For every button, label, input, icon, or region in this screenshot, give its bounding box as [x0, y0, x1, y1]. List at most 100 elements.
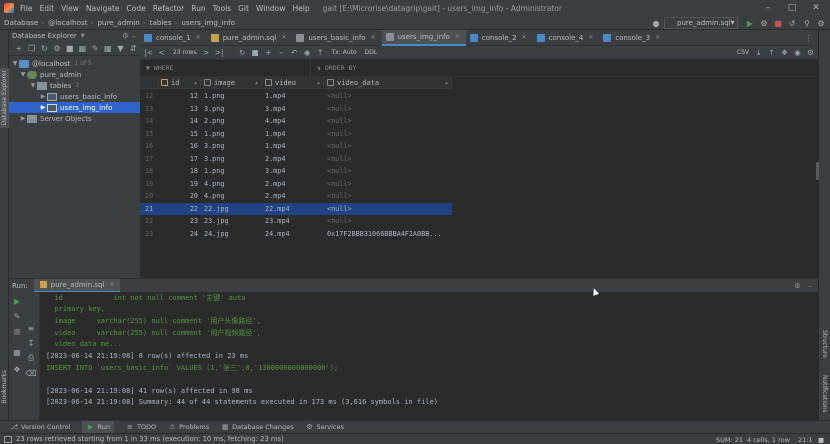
settings-icon[interactable]: ⚙	[815, 17, 827, 29]
column-header-video-data[interactable]: video_data ▲	[324, 76, 452, 89]
download-icon[interactable]: ↓	[753, 47, 764, 59]
print-icon[interactable]: ⎙	[25, 353, 37, 363]
cell-id[interactable]: 19	[158, 180, 201, 188]
search-icon[interactable]: ⚲	[801, 17, 813, 29]
layout-toggle-icon[interactable]	[4, 435, 12, 443]
cell-video-data[interactable]: <null>	[324, 180, 452, 188]
close-icon[interactable]: ✕	[455, 33, 460, 40]
gear-icon[interactable]: ⚙	[122, 32, 128, 40]
cell-id[interactable]: 14	[158, 117, 201, 125]
chevron-down-icon[interactable]: ▼	[19, 71, 27, 78]
tab-users-basic-info[interactable]: users_basic_info ✕	[292, 30, 381, 46]
add-row-icon[interactable]: +	[263, 47, 274, 59]
close-icon[interactable]: ✕	[196, 34, 201, 41]
upload-icon[interactable]: ↑	[766, 47, 777, 59]
pin-icon[interactable]: ❖	[779, 47, 790, 59]
cell-image[interactable]: 1.png	[201, 167, 262, 175]
console-icon[interactable]: ▦	[102, 43, 114, 55]
export-format-select[interactable]: CSV	[737, 49, 749, 56]
cell-video-data[interactable]: <null>	[324, 117, 452, 125]
cell-video-data[interactable]: <null>	[324, 192, 452, 200]
layout-icon[interactable]: ▦	[11, 347, 23, 357]
cell-video[interactable]: 1.mp4	[262, 142, 324, 150]
lock-icon[interactable]: ■	[818, 434, 824, 444]
gear-icon[interactable]: ⚙	[805, 47, 816, 59]
cell-video[interactable]: 1.mp4	[262, 130, 324, 138]
close-icon[interactable]: ✕	[522, 34, 527, 41]
cell-id[interactable]: 15	[158, 130, 201, 138]
pin-tab-icon[interactable]: ❖	[11, 364, 23, 374]
rows-count-select[interactable]: 23 rows	[173, 49, 197, 56]
cell-video[interactable]: 2.mp4	[262, 192, 324, 200]
close-icon[interactable]: ✕	[281, 34, 286, 41]
tab-console-1[interactable]: console_1 ✕	[140, 30, 207, 46]
tree-item-tables[interactable]: ▼ tables 2	[9, 80, 140, 91]
refresh-icon[interactable]: ↻	[38, 43, 50, 55]
table-icon[interactable]: ▦	[77, 43, 89, 55]
cell-id[interactable]: 18	[158, 167, 201, 175]
table-row[interactable]: 19 19 4.png 2.mp4 <null>	[140, 178, 452, 191]
breadcrumb-table[interactable]: users_img_info	[181, 18, 235, 27]
close-icon[interactable]: ✕	[371, 34, 376, 41]
table-row[interactable]: 16 16 3.png 1.mp4 <null>	[140, 140, 452, 153]
menu-edit[interactable]: Edit	[40, 4, 55, 13]
pin-icon[interactable]: ✎	[11, 311, 23, 321]
minimize-panel-icon[interactable]: –	[133, 32, 137, 40]
cell-image[interactable]: 2.png	[201, 117, 262, 125]
where-filter-input[interactable]: ▼ WHERE	[140, 64, 310, 72]
tool-version-control[interactable]: ⎇ Version Control	[10, 423, 71, 431]
cell-video[interactable]: 2.mp4	[262, 180, 324, 188]
stop-icon[interactable]: ■	[64, 43, 76, 55]
tab-console-3[interactable]: console_3 ✕	[599, 30, 666, 46]
sort-icon[interactable]: ▲	[255, 80, 258, 86]
table-row[interactable]: 13 13 3.png 3.mp4 <null>	[140, 103, 452, 116]
tool-database-changes[interactable]: ▦ Database Changes	[221, 423, 294, 431]
trash-icon[interactable]: ⌫	[25, 368, 37, 378]
debug-icon[interactable]: ⚙	[758, 17, 770, 29]
cell-image[interactable]: 24.jpg	[201, 230, 262, 238]
breadcrumb-tables[interactable]: tables	[150, 18, 172, 27]
notifications-tab[interactable]: Notifications	[821, 375, 828, 413]
tool-problems[interactable]: ⚠ Problems	[168, 423, 209, 431]
sort-icon[interactable]: ▲	[445, 80, 448, 86]
order-by-input[interactable]: ⇅ ORDER BY	[310, 59, 356, 77]
cell-video[interactable]: 3.mp4	[262, 167, 324, 175]
bookmarks-tab[interactable]: Bookmarks	[1, 370, 8, 404]
prev-page-icon[interactable]: <	[156, 47, 167, 59]
cell-image[interactable]: 3.png	[201, 105, 262, 113]
menu-run[interactable]: Run	[191, 4, 205, 13]
filter-icon[interactable]: ⚙	[51, 43, 63, 55]
menu-code[interactable]: Code	[127, 4, 146, 13]
cell-video-data[interactable]: <null>	[324, 105, 452, 113]
cell-id[interactable]: 23	[158, 217, 201, 225]
status-position[interactable]: 21:1	[798, 434, 813, 444]
first-page-icon[interactable]: |<	[143, 47, 154, 59]
table-row[interactable]: 18 18 1.png 3.mp4 <null>	[140, 165, 452, 178]
tree-item-users-basic-info[interactable]: ▶ users_basic_info	[9, 91, 140, 102]
minimize-button[interactable]: –	[757, 0, 779, 16]
tree-item-server-objects[interactable]: ▶ Server Objects	[9, 113, 140, 124]
breadcrumb-localhost[interactable]: @localhost	[48, 18, 87, 27]
menu-view[interactable]: View	[61, 4, 79, 13]
cell-video-data[interactable]: <null>	[324, 92, 452, 100]
tool-todo[interactable]: ≡ TODO	[126, 423, 156, 431]
database-explorer-tab[interactable]: Database Explorer	[0, 68, 9, 128]
tree-item-localhost[interactable]: ▼ @localhost 1 of 5	[9, 58, 140, 69]
table-row[interactable]: 14 14 2.png 4.mp4 <null>	[140, 115, 452, 128]
cell-id[interactable]: 17	[158, 155, 201, 163]
cell-image[interactable]: 4.png	[201, 180, 262, 188]
collapse-icon[interactable]: ⇵	[127, 43, 139, 55]
edit-icon[interactable]: ✎	[89, 43, 101, 55]
chevron-down-icon[interactable]: ▼	[81, 33, 85, 39]
menu-tools[interactable]: Tools	[213, 4, 231, 13]
close-icon[interactable]: ✕	[588, 34, 593, 41]
table-row[interactable]: 21 22 22.jpg 22.mp4 <null>	[140, 202, 452, 215]
tab-console-4[interactable]: console_4 ✕	[533, 30, 600, 46]
cell-video[interactable]: 23.mp4	[262, 217, 324, 225]
cell-video-data[interactable]: <null>	[324, 130, 452, 138]
remove-row-icon[interactable]: –	[276, 47, 287, 59]
cell-video-data[interactable]: <null>	[324, 142, 452, 150]
table-row[interactable]: 15 15 1.png 1.mp4 <null>	[140, 128, 452, 141]
run-config-select[interactable]: pure_admin.sql ▼	[664, 17, 738, 29]
column-header-id[interactable]: id ▲	[158, 76, 201, 89]
